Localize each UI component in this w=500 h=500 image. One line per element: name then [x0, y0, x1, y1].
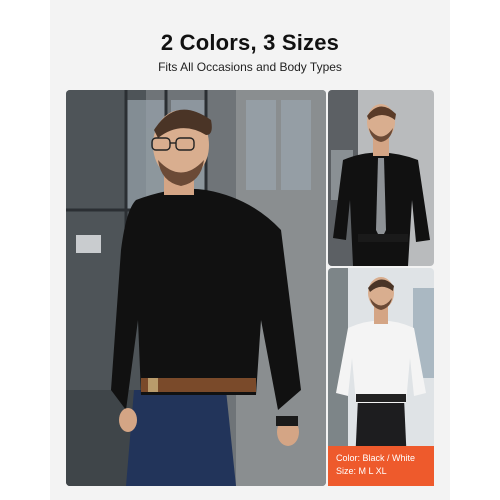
man-black-shirt-illustration: [66, 90, 326, 486]
size-options-text: Size: M L XL: [336, 466, 387, 476]
page-title: 2 Colors, 3 Sizes: [160, 30, 340, 55]
black-shirt-tie-photo: [328, 90, 434, 266]
color-size-badge: Color: Black / White Size: M L XL: [328, 446, 434, 486]
color-options-text: Color: Black / White: [336, 453, 416, 463]
page-subtitle: Fits All Occasions and Body Types: [158, 60, 342, 74]
main-product-photo: [66, 90, 326, 486]
man-black-shirt-tie-illustration: [328, 90, 434, 266]
